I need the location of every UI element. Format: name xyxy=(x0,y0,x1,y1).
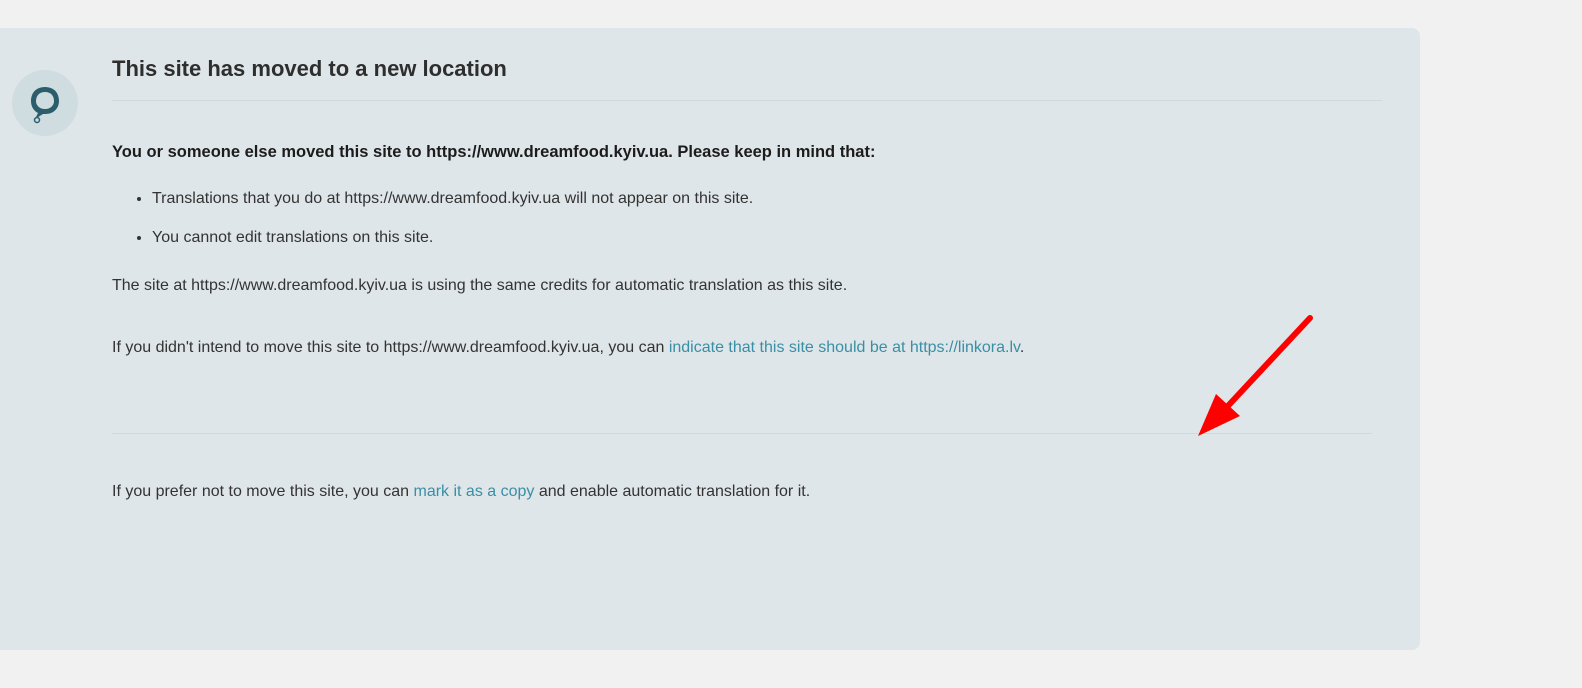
copy-prefix-text: If you prefer not to move this site, you… xyxy=(112,483,414,500)
notice-lead-text: You or someone else moved this site to h… xyxy=(112,143,876,161)
mark-as-copy-link[interactable]: mark it as a copy xyxy=(413,483,534,500)
intend-prefix-text: If you didn't intend to move this site t… xyxy=(112,339,669,356)
copy-paragraph: If you prefer not to move this site, you… xyxy=(112,483,1382,501)
speech-bubble-logo-icon xyxy=(12,70,78,136)
red-arrow-icon xyxy=(1190,312,1320,447)
page-title: This site has moved to a new location xyxy=(112,56,1382,101)
indicate-site-location-link[interactable]: indicate that this site should be at htt… xyxy=(669,339,1020,356)
section-divider xyxy=(112,433,1372,434)
intend-suffix-text: . xyxy=(1019,339,1025,356)
notice-bullet-list: Translations that you do at https://www.… xyxy=(112,190,1382,247)
credits-text: The site at https://www.dreamfood.kyiv.u… xyxy=(112,277,848,294)
list-item: You cannot edit translations on this sit… xyxy=(152,229,1382,247)
list-item: Translations that you do at https://www.… xyxy=(152,190,1382,208)
copy-suffix-text: and enable automatic translation for it. xyxy=(534,483,811,500)
